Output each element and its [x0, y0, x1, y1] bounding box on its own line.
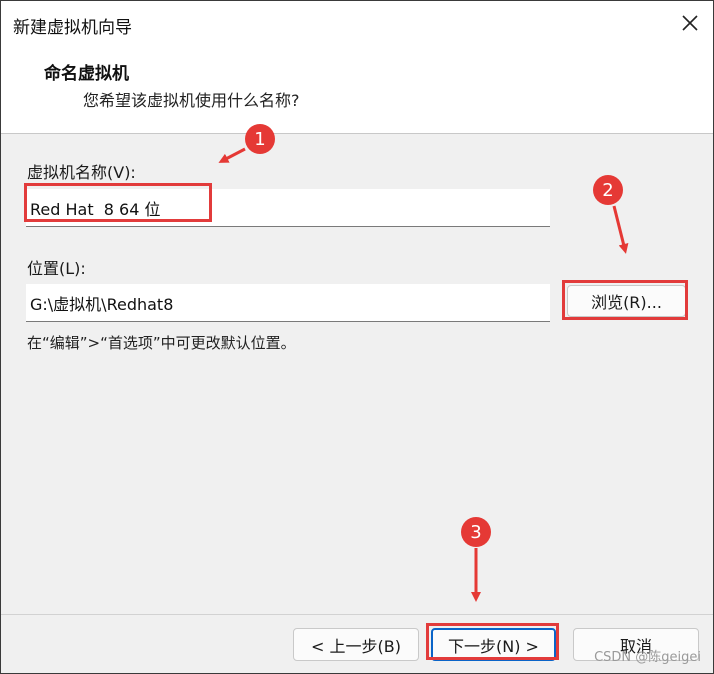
location-label: 位置(L): — [27, 259, 86, 278]
browse-button[interactable]: 浏览(R)... — [567, 285, 686, 317]
close-icon — [682, 15, 698, 31]
back-button[interactable]: < 上一步(B) — [293, 628, 419, 661]
vm-name-input[interactable] — [26, 189, 550, 227]
next-button[interactable]: 下一步(N) > — [431, 628, 556, 661]
window-title: 新建虚拟机向导 — [13, 18, 132, 38]
annotation-marker-1: 1 — [245, 124, 275, 154]
annotation-marker-3: 3 — [461, 517, 491, 547]
title-bar: 新建虚拟机向导 — [1, 1, 713, 45]
vm-name-label: 虚拟机名称(V): — [27, 163, 136, 182]
new-vm-wizard-window: 新建虚拟机向导 命名虚拟机 您希望该虚拟机使用什么名称? 虚拟机名称(V): 位… — [0, 0, 714, 674]
page-title: 命名虚拟机 — [44, 64, 129, 84]
annotation-marker-2: 2 — [593, 175, 623, 205]
default-location-hint: 在“编辑”>“首选项”中可更改默认位置。 — [27, 334, 296, 352]
close-button[interactable] — [667, 1, 713, 45]
wizard-header: 命名虚拟机 您希望该虚拟机使用什么名称? — [1, 45, 713, 134]
watermark: CSDN @陈geigei — [594, 650, 701, 665]
page-subtitle: 您希望该虚拟机使用什么名称? — [83, 91, 300, 110]
location-input[interactable] — [26, 284, 550, 322]
